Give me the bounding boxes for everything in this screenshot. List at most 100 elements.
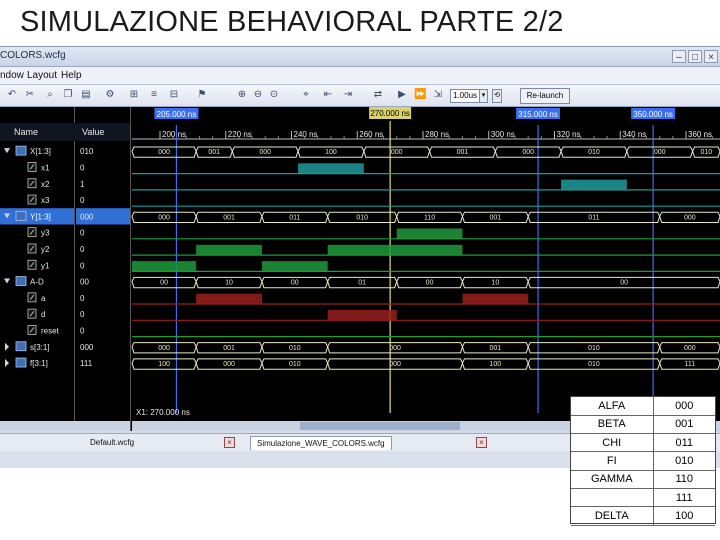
bus-segment-value: 00 [160,280,168,287]
state-name: BETA [571,415,654,435]
signal-value: 000 [80,343,94,352]
menu-help[interactable]: Help [61,70,82,81]
paste-icon[interactable]: ▤ [80,89,92,101]
bus-segment-value: 010 [588,149,600,156]
divider-icon[interactable]: ⊟ [168,89,180,101]
bus-segment-value: 010 [289,345,301,352]
menu-bar: ndow Layout Help [0,67,720,85]
maximize-icon[interactable]: □ [688,50,702,63]
encoding-row: BETA 001 [571,415,715,435]
signal-name: A-D [30,278,44,287]
minimize-icon[interactable]: – [672,50,686,63]
prev-edge-icon[interactable]: ⇤ [322,89,334,101]
signal-name: y3 [41,229,50,238]
tab-simulation-close-icon[interactable]: × [476,437,487,448]
zoom-out-icon[interactable]: ⊖ [252,89,264,101]
close-icon[interactable]: × [704,50,718,63]
zoom-in-icon[interactable]: ⊕ [236,89,248,101]
next-edge-icon[interactable]: ⇥ [342,89,354,101]
bus-signal-icon [15,341,27,352]
state-code: 011 [653,433,715,453]
signal-name: d [41,310,45,319]
ruler-tick-label: 340 ns [622,130,646,139]
scrollbar-thumb[interactable] [300,422,460,430]
bit-wave-high [396,228,463,239]
name-scrollbar[interactable] [0,421,130,431]
signal-value: 1 [80,180,85,189]
run-time-input[interactable]: 1.00us [450,89,480,103]
signal-name: f[3:1] [30,359,48,368]
signal-name: Y[1:3] [30,212,51,221]
bus-segment-value: 00 [291,280,299,287]
bus-segment-value: 001 [489,214,501,221]
cursor-center-icon[interactable]: ⌖ [300,89,312,101]
state-name: ALFA [571,397,654,416]
wave-group-icon[interactable]: ≡ [148,89,160,101]
cut-icon[interactable]: ✂ [24,89,36,101]
signal-name: reset [41,326,60,335]
bus-segment-value: 000 [389,345,401,352]
state-code: 001 [653,415,715,435]
signal-value: 0 [80,294,85,303]
ruler-tick-label: 300 ns [491,130,515,139]
signal-value: 000 [80,212,94,221]
bus-segment-value: 110 [424,214,435,221]
bus-segment-value: 010 [289,361,301,368]
tab-default[interactable]: Default.wcfg [90,436,134,450]
bus-segment-value: 100 [158,361,170,368]
signal-value: 0 [80,245,85,254]
signal-value: 0 [80,326,85,335]
bus-signal-icon [15,357,27,368]
name-column-header: Name [14,127,38,137]
find-icon[interactable]: ⌕ [44,89,56,101]
tab-simulation-wave[interactable]: Simulazione_WAVE_COLORS.wcfg [250,436,392,450]
ruler-tick-label: 260 ns [359,130,383,139]
bus-segment-value: 10 [225,280,233,287]
copy-icon[interactable]: ❐ [62,89,74,101]
swap-icon[interactable]: ⇄ [372,89,384,101]
signal-name: s[3:1] [30,343,50,352]
window-title: COLORS.wcfg [0,50,66,61]
bit-wave-high [327,310,397,321]
state-name: FI [571,451,654,471]
signal-value: 0 [80,229,85,238]
encoding-row: 111 [571,488,715,508]
bus-segment-value: 000 [389,361,401,368]
wave-viewer[interactable]: Name Value 200 ns 220 ns 240 ns 260 ns 280 ns 3… [0,107,720,431]
step-icon[interactable]: ⇲ [432,89,444,101]
wave-add-icon[interactable]: ⊞ [128,89,140,101]
bus-segment-value: 10 [491,280,499,287]
menu-window[interactable]: ndow [0,70,24,81]
bit-wave-high [298,163,364,174]
signal-name: x2 [41,180,50,189]
state-code: 010 [653,451,715,471]
run-time-unit-select[interactable]: ▾ [479,89,488,103]
menu-layout[interactable]: Layout [27,70,57,81]
panel-divider [74,107,75,431]
bus-segment-value: 000 [522,149,534,156]
bus-signal-icon [15,145,27,156]
run-all-icon[interactable]: ⏩ [414,89,426,101]
signal-name: a [41,294,46,303]
settings-icon[interactable]: ⚙ [104,89,116,101]
bit-wave-high [132,261,197,272]
bus-segment-value: 000 [223,361,235,368]
run-icon[interactable]: ▶ [396,89,408,101]
bus-segment-value: 000 [391,149,403,156]
encoding-row: CHI 011 [571,433,715,453]
bit-wave-high [462,293,529,304]
bus-segment-value: 100 [325,149,337,156]
waveform-canvas[interactable]: Name Value 200 ns 220 ns 240 ns 260 ns 280 ns 3… [0,107,720,431]
encoding-row: ALFA 000 [571,397,715,416]
state-encoding-table: ALFA 000 BETA 001 CHI 011 FI 010 GAMMA 110 111 DELT… [570,396,716,526]
value-column-header: Value [82,127,104,137]
relaunch-button[interactable]: Re-launch [520,88,570,104]
state-name [571,488,654,508]
ruler-tick-label: 280 ns [425,130,449,139]
zoom-fit-icon[interactable]: ⊙ [268,89,280,101]
restart-icon[interactable]: ⟲ [492,89,502,103]
tab-default-close-icon[interactable]: × [224,437,235,448]
marker-icon[interactable]: ⚑ [196,89,208,101]
bus-segment-value: 01 [358,280,366,287]
undo-icon[interactable]: ↶ [6,89,18,101]
